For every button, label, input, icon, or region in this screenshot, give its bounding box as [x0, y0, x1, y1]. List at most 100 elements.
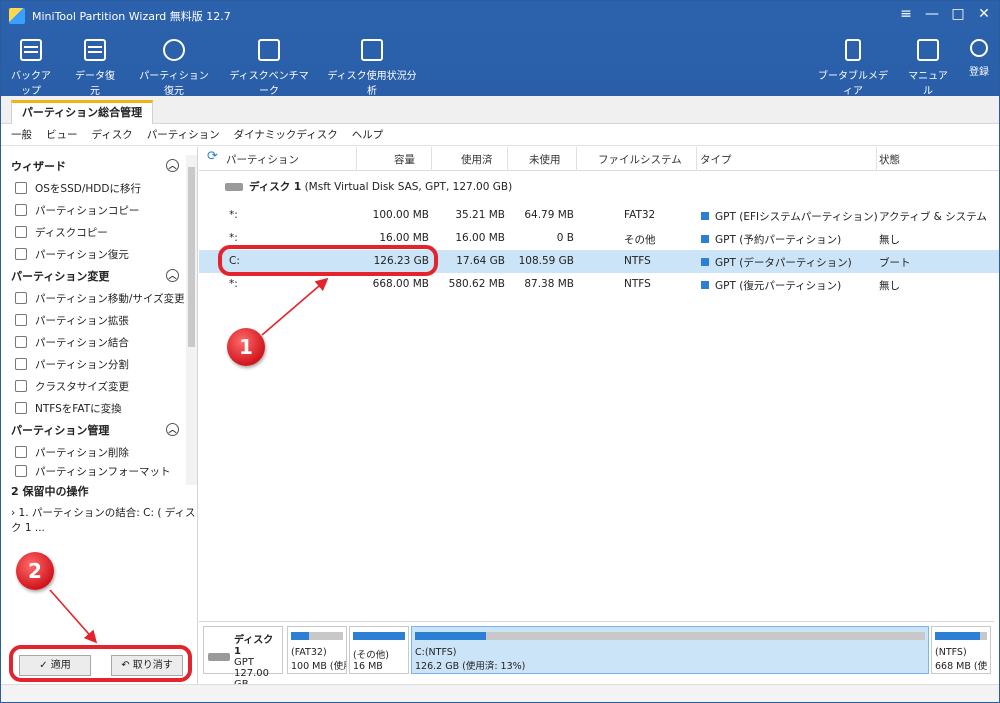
- undo-button[interactable]: ↶ 取り消す: [111, 655, 183, 676]
- partition-recovery-icon: [163, 39, 185, 61]
- menu-help[interactable]: ヘルプ: [352, 127, 384, 142]
- action-split[interactable]: パーティション分割: [1, 353, 197, 375]
- col-filesystem[interactable]: ファイルシステム: [598, 152, 682, 167]
- tab-partition-management[interactable]: パーティション総合管理: [11, 100, 153, 124]
- manual-button[interactable]: マニュアル: [904, 39, 952, 97]
- refresh-icon[interactable]: ⟳: [207, 149, 218, 164]
- collapse-icon[interactable]: ︿: [166, 269, 179, 282]
- partition-recovery-button[interactable]: パーティション復元: [135, 39, 213, 97]
- app-window: MiniTool Partition Wizard 無料版 12.7 ≡ — □…: [0, 0, 1000, 703]
- usage-fill: [353, 632, 405, 640]
- menu-disk[interactable]: ディスク: [92, 127, 133, 142]
- convert-icon: [15, 402, 27, 414]
- apply-button[interactable]: ✓ 適用: [19, 655, 91, 676]
- partition-type-icon: [701, 212, 709, 220]
- cell-capacity: 668.00 MB: [372, 278, 429, 290]
- table-header: ⟳ パーティション 容量 使用済 未使用 ファイルシステム タイプ 状態: [199, 147, 999, 171]
- disk-map-segment[interactable]: (その他) 16 MB: [349, 626, 409, 674]
- disk-name: ディスク 1: [249, 181, 302, 193]
- backup-icon: [20, 39, 42, 61]
- collapse-icon[interactable]: ︿: [166, 159, 179, 172]
- action-label: NTFSをFATに変換: [35, 402, 122, 415]
- maximize-icon[interactable]: □: [951, 6, 965, 22]
- table-row[interactable]: *: 16.00 MB 16.00 MB 0 B その他 GPT (予約パーティ…: [199, 227, 999, 250]
- ribbon: MiniTool Partition Wizard 無料版 12.7 ≡ — □…: [1, 1, 999, 97]
- usage-bar: [415, 632, 925, 640]
- action-format-partition[interactable]: パーティションフォーマット: [1, 463, 197, 479]
- action-label: パーティション結合: [35, 336, 129, 349]
- col-divider: [876, 147, 877, 171]
- col-partition[interactable]: パーティション: [226, 152, 299, 167]
- cell-unused: 87.38 MB: [524, 278, 574, 290]
- disk-map-segment[interactable]: (NTFS) 668 MB (使: [931, 626, 991, 674]
- menu-icon[interactable]: ≡: [899, 6, 913, 22]
- col-capacity[interactable]: 容量: [394, 152, 415, 167]
- col-unused[interactable]: 未使用: [529, 152, 561, 167]
- register-button[interactable]: 登録: [963, 39, 995, 78]
- type-label: GPT (EFIシステムパーティション): [715, 211, 878, 223]
- segment-label: (その他): [353, 650, 389, 661]
- data-recovery-button[interactable]: データ復元: [71, 39, 119, 97]
- cell-partition: *:: [229, 209, 238, 221]
- cell-filesystem: FAT32: [624, 209, 656, 221]
- collapse-icon[interactable]: ︿: [166, 423, 179, 436]
- action-copy-partition[interactable]: パーティションコピー: [1, 199, 197, 221]
- disk-map-info[interactable]: ディスク 1 GPT 127.00 GB: [203, 626, 283, 690]
- manual-label: マニュアル: [908, 71, 948, 97]
- col-used[interactable]: 使用済: [461, 152, 493, 167]
- action-label: ディスクコピー: [35, 226, 108, 239]
- group-change-title: パーティション変更: [11, 270, 110, 283]
- merge-icon: [15, 336, 27, 348]
- action-delete-partition[interactable]: パーティション削除: [1, 441, 197, 463]
- cluster-size-icon: [15, 380, 27, 392]
- close-icon[interactable]: ✕: [977, 6, 991, 22]
- action-move-resize[interactable]: パーティション移動/サイズ変更: [1, 287, 197, 309]
- chevron-right-icon[interactable]: ›: [11, 507, 19, 519]
- menu-dynamic-disk[interactable]: ダイナミックディスク: [234, 127, 338, 142]
- col-divider: [431, 147, 432, 171]
- bootable-media-button[interactable]: ブータブルメディア: [816, 39, 890, 97]
- minimize-icon[interactable]: —: [925, 6, 939, 22]
- menu-view[interactable]: ビュー: [46, 127, 78, 142]
- action-copy-disk[interactable]: ディスクコピー: [1, 221, 197, 243]
- usage-fill: [935, 632, 981, 640]
- type-label: GPT (データパーティション): [715, 257, 852, 269]
- status-strip: [1, 684, 999, 702]
- action-ntfs-to-fat[interactable]: NTFSをFATに変換: [1, 397, 197, 419]
- action-cluster-size[interactable]: クラスタサイズ変更: [1, 375, 197, 397]
- action-label: パーティション拡張: [35, 314, 129, 327]
- bootable-media-label: ブータブルメディア: [818, 71, 888, 97]
- col-status[interactable]: 状態: [879, 152, 900, 167]
- disk-map-name: ディスク 1: [234, 635, 274, 657]
- table-row-selected[interactable]: C: 126.23 GB 17.64 GB 108.59 GB NTFS GPT…: [199, 250, 999, 273]
- partition-type-icon: [701, 281, 709, 289]
- table-row[interactable]: *: 668.00 MB 580.62 MB 87.38 MB NTFS GPT…: [199, 273, 999, 296]
- action-partition-recovery[interactable]: パーティション復元: [1, 243, 197, 265]
- col-divider: [356, 147, 357, 171]
- table-row[interactable]: *: 100.00 MB 35.21 MB 64.79 MB FAT32 GPT…: [199, 204, 999, 227]
- partition-type-icon: [701, 258, 709, 266]
- col-type[interactable]: タイプ: [700, 152, 732, 167]
- cell-used: 580.62 MB: [448, 278, 505, 290]
- space-analyzer-button[interactable]: ディスク使用状況分析: [325, 39, 419, 97]
- partition-type-icon: [701, 235, 709, 243]
- menu-partition[interactable]: パーティション: [147, 127, 220, 142]
- scrollbar-thumb[interactable]: [188, 167, 195, 347]
- cell-partition: *:: [229, 232, 238, 244]
- menu-general[interactable]: 一般: [11, 127, 32, 142]
- backup-button[interactable]: バックアップ: [7, 39, 55, 97]
- cell-type: GPT (EFIシステムパーティション): [701, 209, 878, 224]
- action-migrate-os[interactable]: OSをSSD/HDDに移行: [1, 177, 197, 199]
- disk-benchmark-button[interactable]: ディスクベンチマーク: [227, 39, 311, 97]
- action-list: ウィザード ︿ OSをSSD/HDDに移行 パーティションコピー ディスクコピー…: [1, 147, 197, 479]
- sidebar-scrollbar[interactable]: [186, 155, 197, 485]
- action-merge[interactable]: パーティション結合: [1, 331, 197, 353]
- usage-fill: [415, 632, 487, 640]
- pending-operation-item[interactable]: › 1. パーティションの結合: C: ( ディスク 1 ...: [11, 505, 197, 535]
- action-extend[interactable]: パーティション拡張: [1, 309, 197, 331]
- cell-status: ブート: [879, 257, 911, 269]
- disk-map-segment-selected[interactable]: C:(NTFS) 126.2 GB (使用済: 13%): [411, 626, 929, 674]
- app-logo-icon: [9, 8, 25, 24]
- disk-header-row[interactable]: ディスク 1 (Msft Virtual Disk SAS, GPT, 127.…: [225, 179, 512, 194]
- disk-map-segment[interactable]: (FAT32) 100 MB (使用: [287, 626, 347, 674]
